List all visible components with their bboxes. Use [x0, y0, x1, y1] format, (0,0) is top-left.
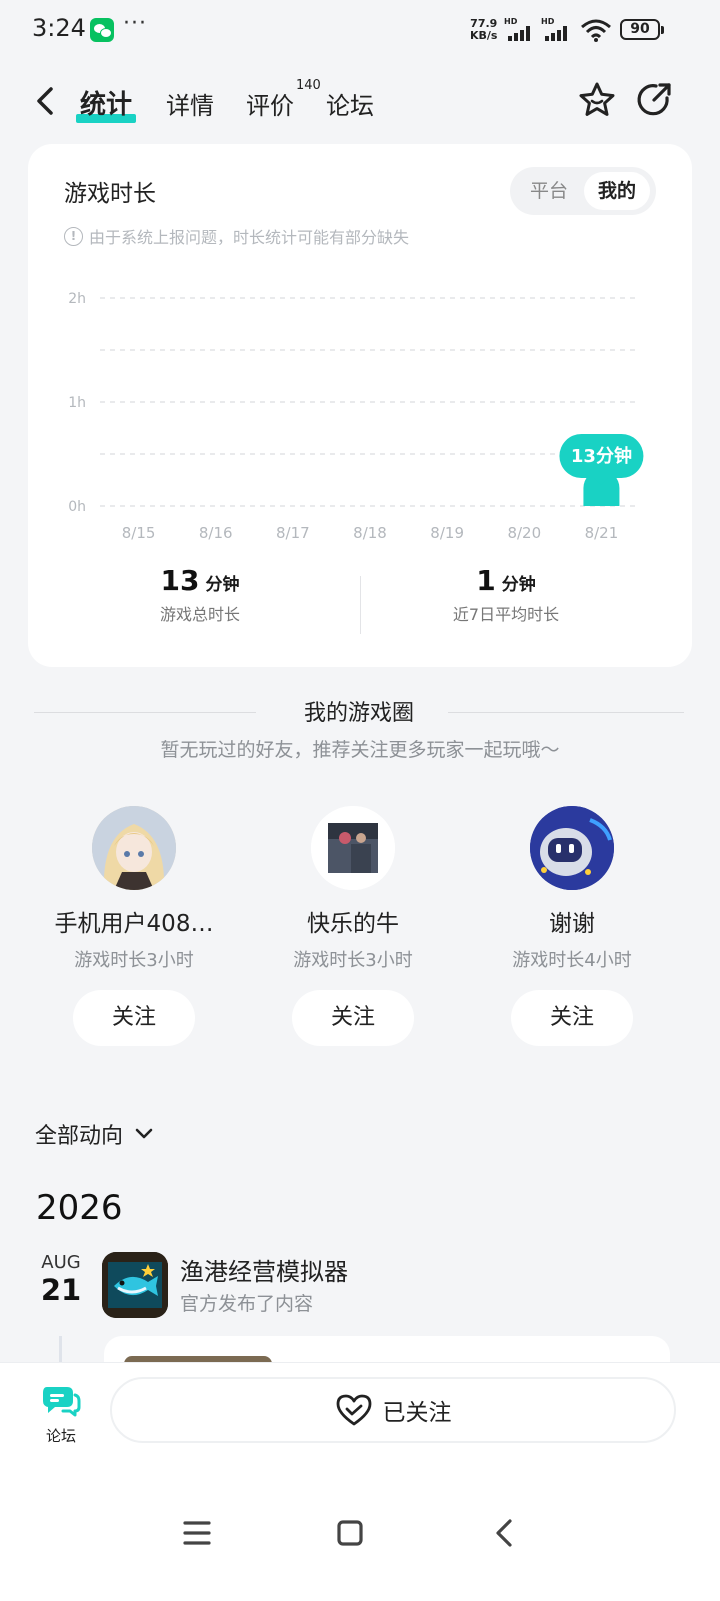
- follow-button[interactable]: 关注: [511, 990, 633, 1046]
- signal-icon: HD: [504, 17, 538, 42]
- network-speed: 77.9 KB/s: [470, 18, 497, 42]
- playtime-chart: 0h 1h 2h 8/15 8/16 8/17 8/18 8/19 8/20 8/21 13分钟: [68, 291, 644, 542]
- feed-filter-label: 全部动向: [35, 1124, 124, 1149]
- x-tick-label: 8/15: [122, 524, 156, 542]
- stat-average-label: 近7日平均时长: [452, 605, 560, 624]
- x-tick-label: 8/19: [430, 524, 464, 542]
- signal-icon-2: HD: [541, 17, 575, 42]
- more-notifications-icon: ···: [123, 11, 147, 36]
- callout-label: 13分钟: [571, 445, 632, 467]
- heart-check-icon: [336, 1394, 371, 1426]
- game-icon[interactable]: [102, 1252, 168, 1318]
- forum-tab[interactable]: 论坛: [30, 1383, 92, 1446]
- friend-playtime: 游戏时长3小时: [293, 950, 413, 971]
- share-icon[interactable]: [634, 80, 674, 120]
- stat-average-value: 1: [476, 564, 496, 597]
- home-nav-icon[interactable]: [330, 1513, 370, 1553]
- y-tick-label: 1h: [68, 395, 86, 411]
- game-name[interactable]: 渔港经营模拟器: [180, 1252, 348, 1287]
- follow-button[interactable]: 关注: [73, 990, 195, 1046]
- x-tick-label: 8/21: [585, 524, 619, 542]
- stat-divider: [360, 576, 361, 634]
- feed-filter-dropdown[interactable]: 全部动向: [35, 1118, 155, 1150]
- signal-hd-label-2: HD: [541, 17, 555, 26]
- top-nav: 统计 详情 评价 140 论坛: [0, 70, 720, 134]
- feed-month: AUG: [41, 1252, 81, 1273]
- feed-date: AUG 21: [38, 1252, 84, 1307]
- circle-header: 我的游戏圈: [34, 695, 684, 729]
- star-icon[interactable]: [577, 80, 617, 120]
- back-icon[interactable]: [30, 84, 64, 118]
- signal-hd-label: HD: [504, 17, 518, 26]
- friend-name: 快乐的牛: [307, 911, 399, 937]
- friend-playtime: 游戏时长3小时: [74, 950, 194, 971]
- divider-right: [448, 712, 684, 713]
- follow-button[interactable]: 关注: [292, 990, 414, 1046]
- x-tick-label: 8/16: [199, 524, 233, 542]
- stat-total-value: 13: [160, 564, 200, 597]
- back-nav-icon[interactable]: [485, 1513, 525, 1553]
- battery-icon: 90: [620, 19, 664, 40]
- avatar[interactable]: [92, 806, 176, 890]
- forum-label: 论坛: [45, 1427, 76, 1445]
- friend-playtime: 游戏时长4小时: [512, 950, 632, 971]
- y-tick-label: 2h: [68, 291, 86, 307]
- circle-title: 我的游戏圈: [303, 701, 414, 726]
- avatar[interactable]: [311, 806, 395, 890]
- chevron-down-icon: [135, 1128, 153, 1139]
- status-bar: 3:24 ··· 77.9 KB/s HD HD 90: [0, 0, 720, 62]
- friend-name: 手机用户408…: [54, 911, 214, 937]
- feed-day: 21: [40, 1273, 82, 1307]
- x-tick-label: 8/20: [507, 524, 541, 542]
- avatar[interactable]: [530, 806, 614, 890]
- stat-total-label: 游戏总时长: [159, 605, 240, 624]
- status-time: 3:24: [32, 14, 86, 42]
- network-speed-unit: KB/s: [470, 29, 498, 42]
- y-tick-label: 0h: [68, 499, 86, 515]
- stat-total: 13 分钟 游戏总时长: [90, 564, 310, 625]
- wifi-icon: [581, 19, 611, 42]
- forum-icon: [43, 1387, 81, 1417]
- tab-details[interactable]: 详情: [166, 86, 214, 121]
- x-tick-label: 8/17: [276, 524, 310, 542]
- review-count-badge: 140: [296, 78, 321, 93]
- tab-reviews[interactable]: 评价: [246, 86, 294, 121]
- feed-year: 2026: [36, 1188, 123, 1228]
- followed-button[interactable]: 已关注: [110, 1377, 676, 1443]
- friend-card: 快乐的牛 游戏时长3小时 关注: [243, 806, 463, 1046]
- stat-average-unit: 分钟: [501, 575, 536, 595]
- stat-total-unit: 分钟: [205, 575, 240, 595]
- bottom-bar: 论坛 已关注: [0, 1362, 720, 1601]
- feed-action: 官方发布了内容: [180, 1293, 314, 1315]
- circle-subtitle: 暂无玩过的好友，推荐关注更多玩家一起玩哦～: [160, 739, 560, 761]
- stat-average: 1 分钟 近7日平均时长: [396, 564, 616, 625]
- tab-forum[interactable]: 论坛: [326, 86, 374, 121]
- friend-card: 手机用户408… 游戏时长3小时 关注: [24, 806, 244, 1046]
- wechat-notification-icon: [90, 18, 114, 42]
- menu-nav-icon[interactable]: [177, 1513, 217, 1553]
- friend-name: 谢谢: [549, 911, 595, 937]
- playtime-card: 游戏时长 平台 我的 ! 由于系统上报问题，时长统计可能有部分缺失 0h 1h 2h…: [28, 144, 692, 667]
- followed-label: 已关注: [382, 1400, 452, 1426]
- x-tick-label: 8/18: [353, 524, 387, 542]
- friend-card: 谢谢 游戏时长4小时 关注: [462, 806, 682, 1046]
- tab-stats[interactable]: 统计: [75, 84, 137, 123]
